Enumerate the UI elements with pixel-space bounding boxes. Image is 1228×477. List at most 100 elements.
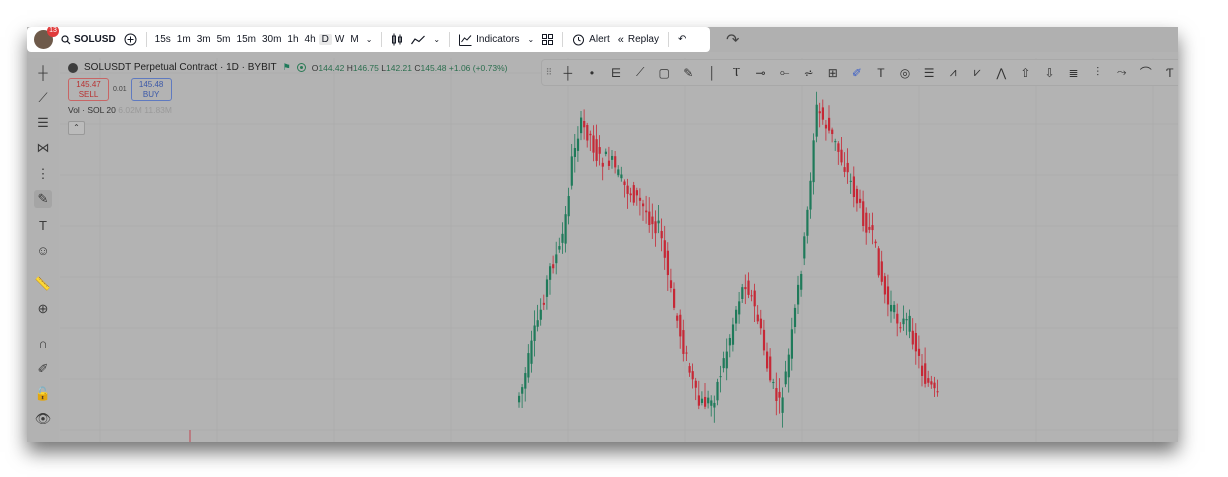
candle-body: [846, 162, 849, 173]
emoji-icon[interactable]: ☺: [34, 241, 52, 259]
line-chart-button[interactable]: [407, 27, 429, 52]
arrow-down-icon[interactable]: ⇩: [1037, 60, 1061, 85]
candle-body: [604, 151, 607, 155]
user-avatar[interactable]: 13: [34, 27, 59, 49]
candle-body: [772, 382, 775, 384]
candle-body: [874, 241, 877, 244]
candle-body: [611, 155, 614, 160]
candle-body: [586, 125, 589, 141]
candle-body: [911, 330, 914, 345]
interval-D[interactable]: D: [318, 34, 332, 45]
candle-body: [933, 382, 936, 389]
chart-type-chevron-icon[interactable]: ⌄: [429, 27, 444, 52]
price-path-icon[interactable]: ⩫: [797, 60, 821, 85]
compare-symbol-button[interactable]: [120, 27, 141, 52]
unlock-icon[interactable]: 🔓: [34, 385, 52, 403]
volume-legend[interactable]: Vol · SOL 20 6.02M 11.83M: [68, 105, 172, 115]
candle-body: [617, 169, 620, 176]
candles-layer: [189, 91, 939, 442]
chart-type-button[interactable]: [387, 27, 407, 52]
ruler-icon[interactable]: 📏: [34, 275, 52, 293]
zoom-in-icon[interactable]: ⊕: [34, 300, 52, 318]
chart-pane[interactable]: SOLUSDT Perpetual Contract · 1D · BYBIT …: [60, 58, 1178, 442]
xabcd-pattern-icon[interactable]: ⩗: [965, 60, 989, 85]
eye-icon[interactable]: 👁: [34, 410, 52, 428]
path-icon[interactable]: ⤳: [1110, 60, 1134, 85]
prediction-icon[interactable]: ⋮: [34, 165, 52, 183]
sell-button[interactable]: 145.47 SELL: [68, 78, 109, 101]
fib-retracement-icon[interactable]: ⫶: [1086, 60, 1110, 85]
interval-5m[interactable]: 5m: [214, 34, 234, 45]
interval-30m[interactable]: 30m: [259, 34, 284, 45]
symbol-search-button[interactable]: SOLUSD: [57, 27, 120, 52]
layout-button[interactable]: [538, 27, 557, 52]
trend-line-icon[interactable]: ⟋: [34, 89, 52, 107]
candle-body: [862, 201, 865, 226]
abc-pattern-icon[interactable]: ⩘: [941, 60, 965, 85]
candle-body: [626, 185, 629, 194]
lock-drawing-icon[interactable]: ✐: [34, 360, 52, 378]
rectangle-icon[interactable]: ▢: [652, 60, 676, 85]
flag-icon[interactable]: ⚑: [283, 62, 291, 73]
indicators-button[interactable]: Indicators: [455, 27, 523, 52]
drag-handle-icon[interactable]: ⠿: [542, 60, 556, 85]
ray-icon[interactable]: ⋿: [604, 60, 628, 85]
interval-4h[interactable]: 4h: [302, 34, 319, 45]
crosshair-icon[interactable]: ┼: [34, 63, 52, 81]
text-cursor-icon[interactable]: Ⲧ: [724, 60, 748, 85]
vertical-line-icon[interactable]: │: [700, 60, 724, 85]
chevron-up-icon: ⌃: [73, 123, 80, 132]
candle-body: [527, 353, 530, 378]
interval-1h[interactable]: 1h: [284, 34, 301, 45]
horizontal-ray-icon[interactable]: ⊸: [749, 60, 773, 85]
candle-body: [623, 181, 626, 185]
parallel-channel-icon[interactable]: ☰: [917, 60, 941, 85]
text-icon[interactable]: T: [34, 216, 52, 234]
candle-body: [840, 149, 843, 163]
candle-body: [722, 358, 725, 369]
replay-button[interactable]: « Replay: [614, 27, 663, 52]
candle-body: [580, 117, 583, 134]
interval-W[interactable]: W: [332, 34, 347, 45]
interval-15m[interactable]: 15m: [234, 34, 259, 45]
pattern-icon[interactable]: ⋈: [34, 139, 52, 157]
candle-body: [731, 324, 735, 345]
more-icon[interactable]: Ƭ: [1158, 60, 1178, 85]
fixed-range-icon[interactable]: ⊞: [821, 60, 845, 85]
indicators-chevron-icon[interactable]: ⌄: [523, 27, 538, 52]
dot-icon[interactable]: •: [580, 60, 604, 85]
fib-channel-icon[interactable]: ≣: [1062, 60, 1086, 85]
brush-icon[interactable]: ✎: [676, 60, 700, 85]
highlighter-icon[interactable]: ✐: [845, 60, 869, 85]
redo-button[interactable]: ↷: [722, 27, 743, 52]
interval-1m[interactable]: 1m: [174, 34, 194, 45]
alert-button[interactable]: Alert: [568, 27, 614, 52]
candle-body: [576, 138, 580, 151]
curve-icon[interactable]: ⌒: [1134, 60, 1158, 85]
candle-body: [673, 288, 676, 308]
horizontal-line-icon[interactable]: ⟜: [773, 60, 797, 85]
line-icon[interactable]: ⟋: [628, 60, 652, 85]
candle-body: [790, 329, 793, 359]
brush-icon[interactable]: ✎: [34, 190, 52, 208]
candle-body: [614, 156, 617, 168]
magnet-icon[interactable]: ∩: [34, 334, 52, 352]
candle-body: [648, 211, 651, 226]
interval-dropdown-chevron-icon[interactable]: ⌄: [362, 27, 377, 52]
circle-icon[interactable]: ◎: [893, 60, 917, 85]
arrow-up-icon[interactable]: ⇧: [1013, 60, 1037, 85]
elliott-wave-icon[interactable]: ⋀: [989, 60, 1013, 85]
candle-body: [545, 279, 549, 297]
crosshair-icon[interactable]: ┼: [556, 60, 580, 85]
candle-body: [524, 373, 527, 389]
text-icon[interactable]: T: [869, 60, 893, 85]
interval-3m[interactable]: 3m: [194, 34, 214, 45]
fib-icon[interactable]: ☰: [34, 114, 52, 132]
undo-button[interactable]: ↶: [674, 27, 690, 52]
candle-body: [762, 329, 766, 351]
collapse-legend-button[interactable]: ⌃: [68, 121, 85, 135]
interval-15s[interactable]: 15s: [152, 34, 174, 45]
buy-button[interactable]: 145.48 BUY: [130, 78, 172, 101]
interval-M[interactable]: M: [347, 34, 361, 45]
symbol-title[interactable]: SOLUSDT Perpetual Contract · 1D · BYBIT: [84, 62, 277, 73]
